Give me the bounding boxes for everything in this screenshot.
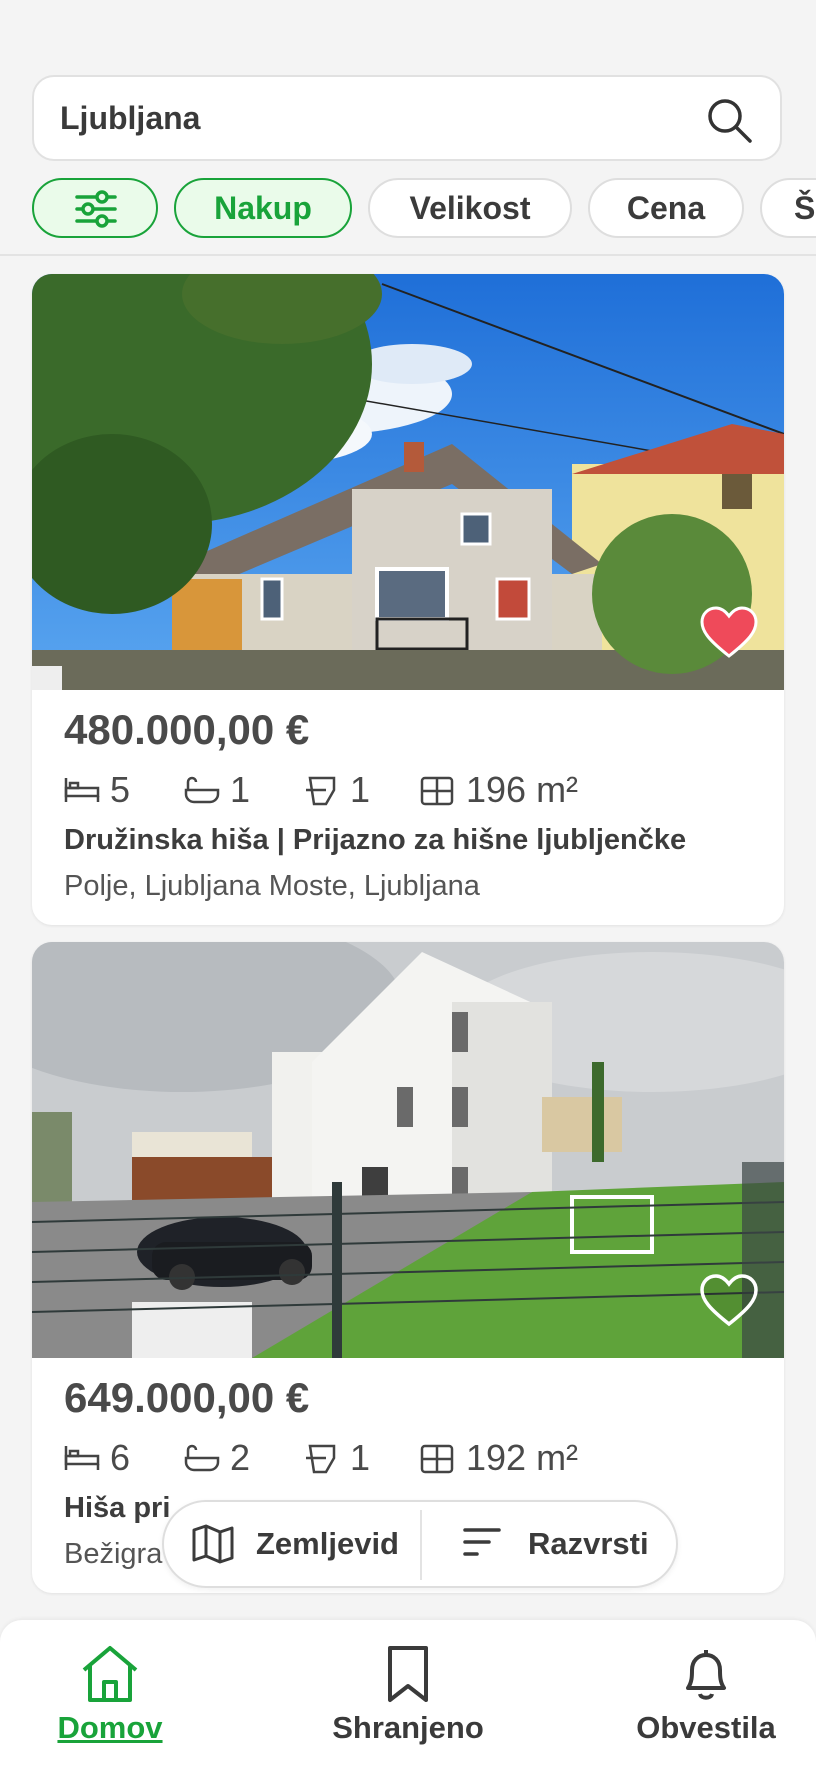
sliders-icon [75,190,117,228]
listing-title: Družinska hiša | Prijazno za hišne ljubl… [64,824,687,856]
listing-price: 480.000,00 € [64,706,310,753]
bed-icon [64,778,100,802]
floor-plan-icon [420,1444,454,1474]
filter-settings-button[interactable] [32,178,158,238]
filter-chip-price[interactable]: Cena [588,178,744,238]
listing-title: Hiša pri [64,1492,171,1524]
heart-icon[interactable] [700,606,758,660]
toilet-icon [306,776,336,806]
home-icon [82,1646,138,1702]
filter-chip-buy[interactable]: Nakup [174,178,352,238]
bed-icon [64,1446,100,1470]
floor-plan-icon [420,776,454,806]
map-sort-pill: Zemljevid Razvrsti [162,1500,678,1588]
listing-photo[interactable] [32,274,784,690]
map-button[interactable]: Zemljevid [164,1502,420,1586]
listing-address: Polje, Ljubljana Moste, Ljubljana [64,870,480,902]
sort-button[interactable]: Razvrsti [422,1502,676,1586]
search-input[interactable]: Ljubljana [60,77,200,159]
bathtub-icon [184,1444,220,1472]
bell-icon [686,1650,726,1700]
bathtub-icon [184,776,220,804]
bottom-navigation: Domov Shranjeno Obvestila [0,1620,816,1768]
header-divider [0,254,816,256]
house-photo [32,274,784,690]
filter-chip-row: Nakup Velikost Cena Š [0,178,816,240]
heart-icon[interactable] [700,1274,758,1328]
listing-card[interactable]: 649.000,00 € 6 2 1 192 m² Hiša pri Bežig… [32,942,784,1593]
sort-icon [463,1528,501,1556]
listing-card[interactable]: 480.000,00 € 5 1 1 196 m² Družinska hiša… [32,274,784,925]
search-icon[interactable] [704,95,754,145]
listing-photo[interactable] [32,942,784,1358]
nav-item-home[interactable]: Domov [10,1644,210,1764]
search-bar[interactable]: Ljubljana [32,75,782,161]
listing-price: 649.000,00 € [64,1374,310,1421]
filter-chip-more[interactable]: Š [760,178,816,238]
toilet-icon [306,1444,336,1474]
listing-address: Bežigra [64,1538,163,1570]
nav-item-saved[interactable]: Shranjeno [308,1644,508,1764]
filter-chip-size[interactable]: Velikost [368,178,572,238]
bookmark-icon [388,1646,428,1702]
nav-item-notifications[interactable]: Obvestila [606,1644,806,1764]
house-photo [32,942,784,1358]
map-icon [192,1524,234,1564]
